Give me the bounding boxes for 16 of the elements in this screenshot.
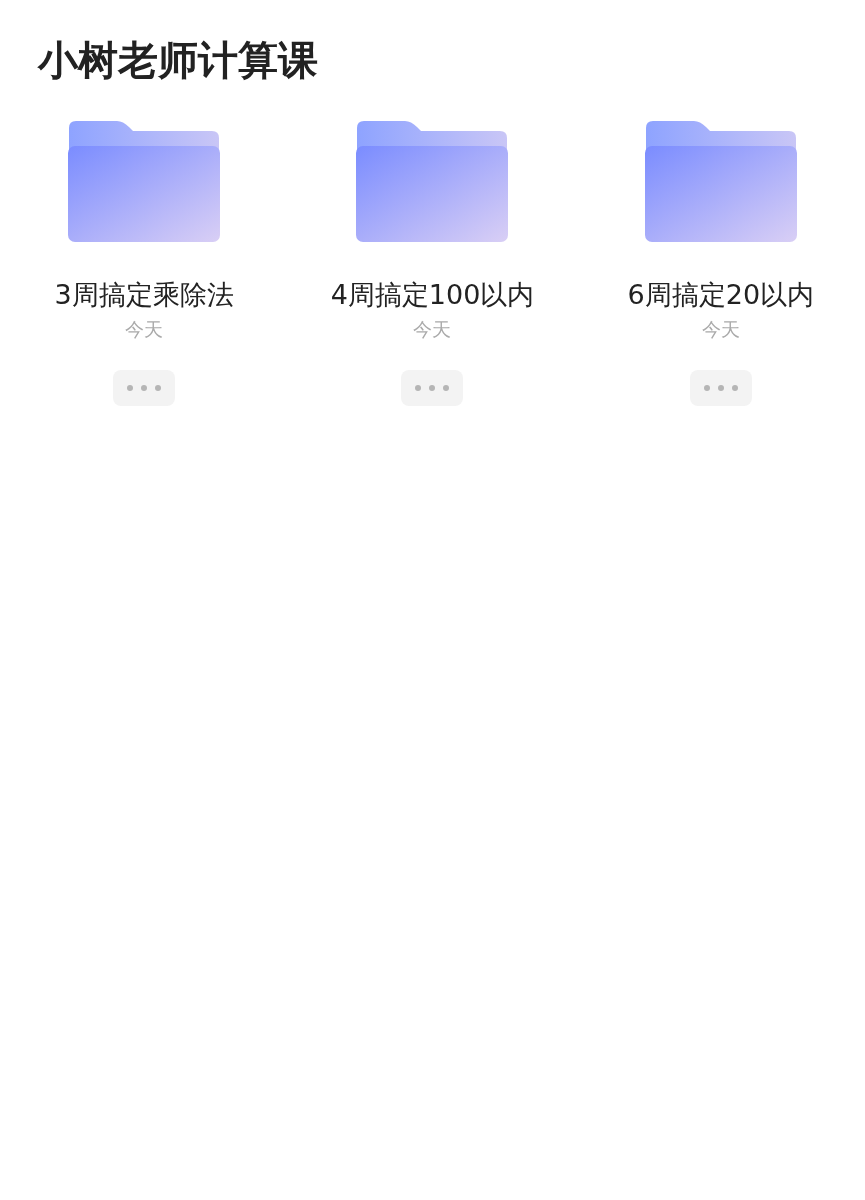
more-button[interactable] xyxy=(401,370,464,406)
page-title: 小树老师计算课 xyxy=(36,36,319,84)
more-icon xyxy=(703,385,738,391)
more-icon xyxy=(127,385,162,391)
folder-date: 今天 xyxy=(701,317,740,342)
folder-name: 3周搞定乘除法 xyxy=(54,278,234,312)
folder-date: 今天 xyxy=(125,317,164,342)
more-button[interactable] xyxy=(689,370,752,406)
folder-icon[interactable] xyxy=(355,120,510,244)
folder-date: 今天 xyxy=(413,317,452,342)
more-icon xyxy=(415,385,450,391)
folder-name: 6周搞定20以内 xyxy=(627,278,815,312)
more-button[interactable] xyxy=(113,370,176,406)
folder-icon[interactable] xyxy=(67,120,222,244)
folder-name: 4周搞定100以内 xyxy=(330,278,535,312)
folder-icon[interactable] xyxy=(643,120,798,244)
